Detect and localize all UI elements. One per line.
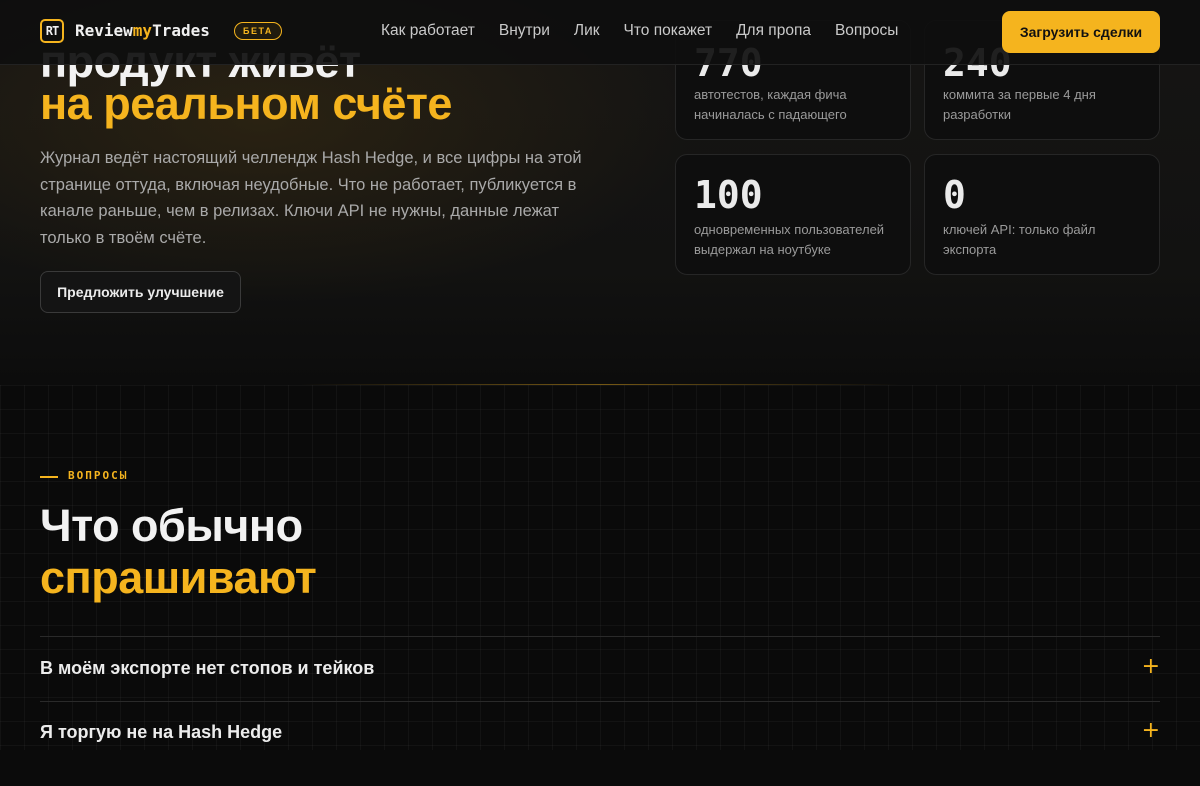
faq-item[interactable]: В моём экспорте нет стопов и тейков + <box>40 654 1160 722</box>
nav-link-questions[interactable]: Вопросы <box>835 22 898 40</box>
plus-icon[interactable]: + <box>1142 718 1160 743</box>
stat-card-users: 100 одновременных пользователей выдержал… <box>675 154 911 275</box>
eyebrow-line <box>40 476 58 478</box>
plus-icon[interactable]: + <box>1142 654 1160 679</box>
faq-item[interactable]: Я торгую не на Hash Hedge + <box>40 718 1160 786</box>
brand-part-trades: Trades <box>152 21 210 40</box>
logo-icon[interactable]: RT <box>40 19 64 43</box>
stat-label: автотестов, каждая фича начиналась с пад… <box>694 87 847 122</box>
main-nav: Как работает Внутри Лик Что покажет Для … <box>381 22 898 40</box>
beta-badge: БЕТА <box>234 22 282 40</box>
suggest-improvement-button[interactable]: Предложить улучшение <box>40 271 241 313</box>
nav-link-how-it-works[interactable]: Как работает <box>381 22 475 40</box>
stat-value: 100 <box>694 173 763 217</box>
faq-question: В моём экспорте нет стопов и тейков <box>40 658 375 678</box>
nav-link-inside[interactable]: Внутри <box>499 22 550 40</box>
faq-title-line1: Что обычно <box>40 500 303 551</box>
section-divider <box>300 384 900 385</box>
brand-part-review: Review <box>75 21 133 40</box>
stat-label: коммита за первые 4 дня разработки <box>943 87 1096 122</box>
faq-divider <box>40 636 1160 637</box>
nav-link-for-prop[interactable]: Для пропа <box>736 22 811 40</box>
faq-question: Я торгую не на Hash Hedge <box>40 722 283 742</box>
faq-divider <box>40 701 1160 702</box>
nav-link-leak[interactable]: Лик <box>574 22 600 40</box>
stat-label: ключей API: только файл экспорта <box>943 222 1096 257</box>
faq-title-line2: спрашивают <box>40 552 317 603</box>
upload-trades-button[interactable]: Загрузить сделки <box>1002 11 1160 53</box>
hero-title-line2: на реальном счёте <box>40 78 452 129</box>
stat-label: одновременных пользователей выдержал на … <box>694 222 885 257</box>
stat-card-api-keys: 0 ключей API: только файл экспорта <box>924 154 1160 275</box>
section-eyebrow: ВОПРОСЫ <box>68 469 129 482</box>
brand-part-my: my <box>132 21 153 40</box>
nav-link-what-it-shows[interactable]: Что покажет <box>624 22 713 40</box>
top-navigation-bar: RT ReviewmyTrades БЕТА Как работает Внут… <box>0 0 1200 65</box>
stat-value: 0 <box>943 173 966 217</box>
brand-name[interactable]: ReviewmyTrades <box>75 21 210 40</box>
hero-description: Журнал ведёт настоящий челлендж Hash Hed… <box>40 149 582 247</box>
